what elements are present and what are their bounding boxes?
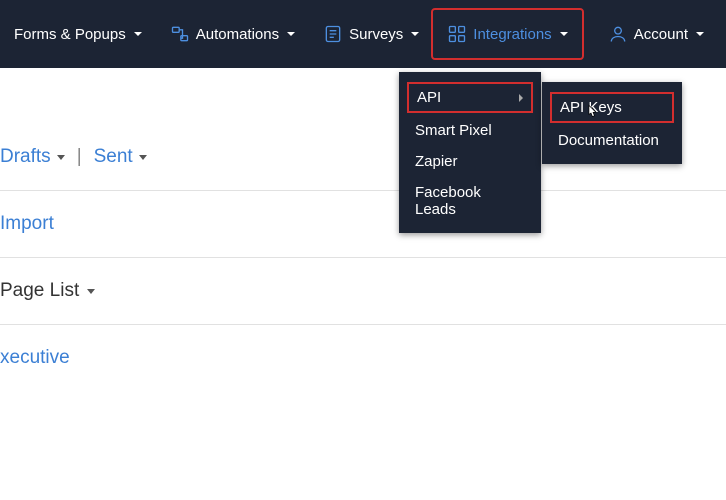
caret-down-icon bbox=[560, 32, 568, 36]
bottom-row: xecutive bbox=[0, 325, 726, 391]
caret-down-icon bbox=[287, 32, 295, 36]
page-list-row: Page List bbox=[0, 258, 726, 325]
tab-drafts[interactable]: Drafts bbox=[0, 146, 65, 168]
nav-forms-label: Forms & Popups bbox=[14, 26, 126, 43]
menu-item-zapier[interactable]: Zapier bbox=[399, 146, 541, 177]
submenu-item-label: Documentation bbox=[558, 132, 659, 149]
import-row: Import bbox=[0, 191, 726, 258]
surveys-icon bbox=[323, 24, 343, 44]
chevron-right-icon bbox=[519, 94, 523, 102]
truncated-link[interactable]: xecutive bbox=[0, 347, 70, 368]
page-list-label: Page List bbox=[0, 280, 79, 302]
menu-item-label: Facebook Leads bbox=[415, 184, 525, 218]
caret-down-icon bbox=[139, 155, 147, 160]
caret-down-icon bbox=[134, 32, 142, 36]
page-list-dropdown[interactable]: Page List bbox=[0, 280, 726, 302]
api-submenu: API Keys Documentation bbox=[542, 82, 682, 164]
menu-item-label: Zapier bbox=[415, 153, 458, 170]
import-link[interactable]: Import bbox=[0, 213, 54, 234]
caret-down-icon bbox=[696, 32, 704, 36]
nav-integrations[interactable]: Integrations bbox=[431, 8, 583, 60]
menu-item-label: Smart Pixel bbox=[415, 122, 492, 139]
separator: | bbox=[71, 146, 88, 168]
tab-label: Drafts bbox=[0, 146, 51, 168]
cursor-pointer-icon bbox=[584, 104, 598, 122]
menu-item-api-label: API bbox=[417, 89, 441, 106]
automations-icon bbox=[170, 24, 190, 44]
submenu-item-documentation[interactable]: Documentation bbox=[542, 125, 682, 156]
integrations-icon bbox=[447, 24, 467, 44]
nav-automations[interactable]: Automations bbox=[156, 11, 309, 57]
tab-sent[interactable]: Sent bbox=[94, 146, 147, 168]
nav-left-group: Forms & Popups Automations Surveys Integ… bbox=[0, 0, 582, 68]
integrations-dropdown: API Smart Pixel Zapier Facebook Leads bbox=[399, 72, 541, 233]
menu-item-facebook-leads[interactable]: Facebook Leads bbox=[399, 177, 541, 225]
nav-account[interactable]: Account bbox=[594, 11, 718, 57]
top-navbar: Forms & Popups Automations Surveys Integ… bbox=[0, 0, 726, 68]
menu-item-smart-pixel[interactable]: Smart Pixel bbox=[399, 115, 541, 146]
caret-down-icon bbox=[411, 32, 419, 36]
nav-right-group: Account bbox=[594, 11, 718, 57]
account-icon bbox=[608, 24, 628, 44]
submenu-item-api-keys[interactable]: API Keys bbox=[550, 92, 674, 123]
caret-down-icon bbox=[87, 289, 95, 294]
nav-surveys[interactable]: Surveys bbox=[309, 11, 433, 57]
menu-item-api[interactable]: API bbox=[407, 82, 533, 113]
nav-integrations-label: Integrations bbox=[473, 26, 551, 43]
nav-account-label: Account bbox=[634, 26, 688, 43]
nav-automations-label: Automations bbox=[196, 26, 279, 43]
caret-down-icon bbox=[57, 155, 65, 160]
tab-label: Sent bbox=[94, 146, 133, 168]
nav-surveys-label: Surveys bbox=[349, 26, 403, 43]
nav-forms-popups[interactable]: Forms & Popups bbox=[0, 11, 156, 57]
